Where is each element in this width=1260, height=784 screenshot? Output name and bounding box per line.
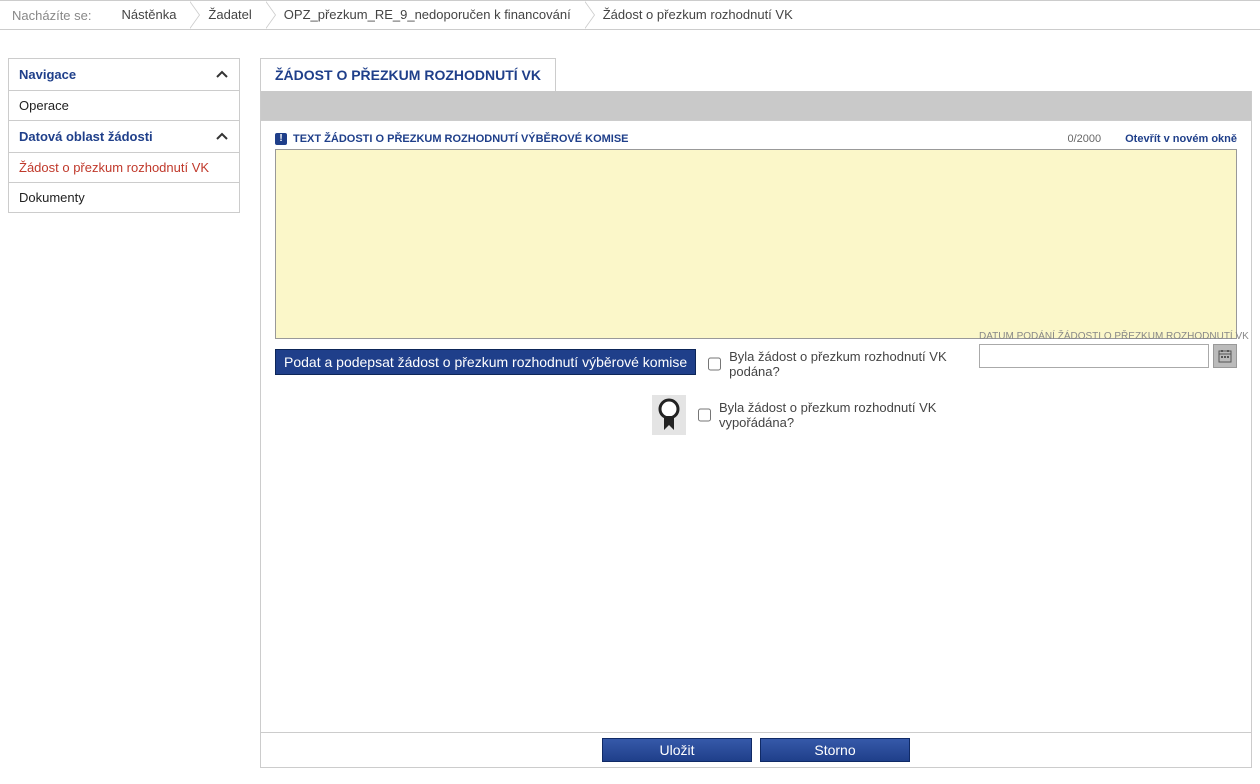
chevron-up-icon	[215, 130, 229, 144]
chevron-up-icon	[215, 68, 229, 82]
main-content: ŽÁDOST O PŘEZKUM ROZHODNUTÍ VK ! TEXT ŽÁ…	[260, 58, 1252, 768]
checkbox-vyporadana-label: Byla žádost o přezkum rozhodnutí VK vypo…	[719, 400, 967, 430]
sidebar-section-title: Navigace	[19, 67, 76, 82]
calendar-icon[interactable]	[1213, 344, 1237, 368]
tab-zadost-prezkum[interactable]: ŽÁDOST O PŘEZKUM ROZHODNUTÍ VK	[260, 58, 556, 91]
sidebar-section-navigace[interactable]: Navigace	[9, 59, 239, 91]
sidebar-section-datova-oblast[interactable]: Datová oblast žádosti	[9, 121, 239, 153]
text-request-textarea[interactable]	[275, 149, 1237, 339]
breadcrumb-item-current: Žádost o přezkum rozhodnutí VK	[585, 1, 807, 29]
date-input[interactable]	[979, 344, 1209, 368]
breadcrumb-item-nastenka[interactable]: Nástěnka	[104, 1, 191, 29]
char-counter: 0/2000	[1067, 133, 1101, 145]
signature-badge-icon[interactable]	[652, 395, 686, 435]
sidebar-item-operace[interactable]: Operace	[9, 91, 239, 121]
required-icon: !	[275, 133, 287, 145]
breadcrumb-item-projekt[interactable]: OPZ_přezkum_RE_9_nedoporučen k financová…	[266, 1, 585, 29]
submit-sign-button[interactable]: Podat a podepsat žádost o přezkum rozhod…	[275, 349, 696, 375]
breadcrumb-label: Nacházíte se:	[8, 8, 104, 23]
save-button[interactable]: Uložit	[602, 738, 752, 762]
sidebar-item-zadost-prezkum[interactable]: Žádost o přezkum rozhodnutí VK	[9, 153, 239, 183]
text-field-label: TEXT ŽÁDOSTI O PŘEZKUM ROZHODNUTÍ VÝBĚRO…	[293, 133, 629, 145]
checkbox-vyporadana[interactable]	[698, 408, 711, 422]
sidebar-section-title: Datová oblast žádosti	[19, 129, 153, 144]
breadcrumb: Nacházíte se: Nástěnka Žadatel OPZ_přezk…	[0, 0, 1260, 30]
sidebar-item-dokumenty[interactable]: Dokumenty	[9, 183, 239, 212]
toolbar-strip	[260, 91, 1252, 121]
breadcrumb-item-zadatel[interactable]: Žadatel	[190, 1, 265, 29]
checkbox-podana-label: Byla žádost o přezkum rozhodnutí VK podá…	[729, 349, 967, 379]
open-in-new-window-link[interactable]: Otevřít v novém okně	[1125, 133, 1237, 145]
sidebar: Navigace Operace Datová oblast žádosti Ž…	[8, 58, 240, 213]
checkbox-podana[interactable]	[708, 357, 721, 371]
date-field-label: DATUM PODÁNÍ ŽÁDOSTI O PŘEZKUM ROZHODNUT…	[979, 331, 1237, 342]
footer-bar: Uložit Storno	[260, 732, 1252, 768]
cancel-button[interactable]: Storno	[760, 738, 910, 762]
